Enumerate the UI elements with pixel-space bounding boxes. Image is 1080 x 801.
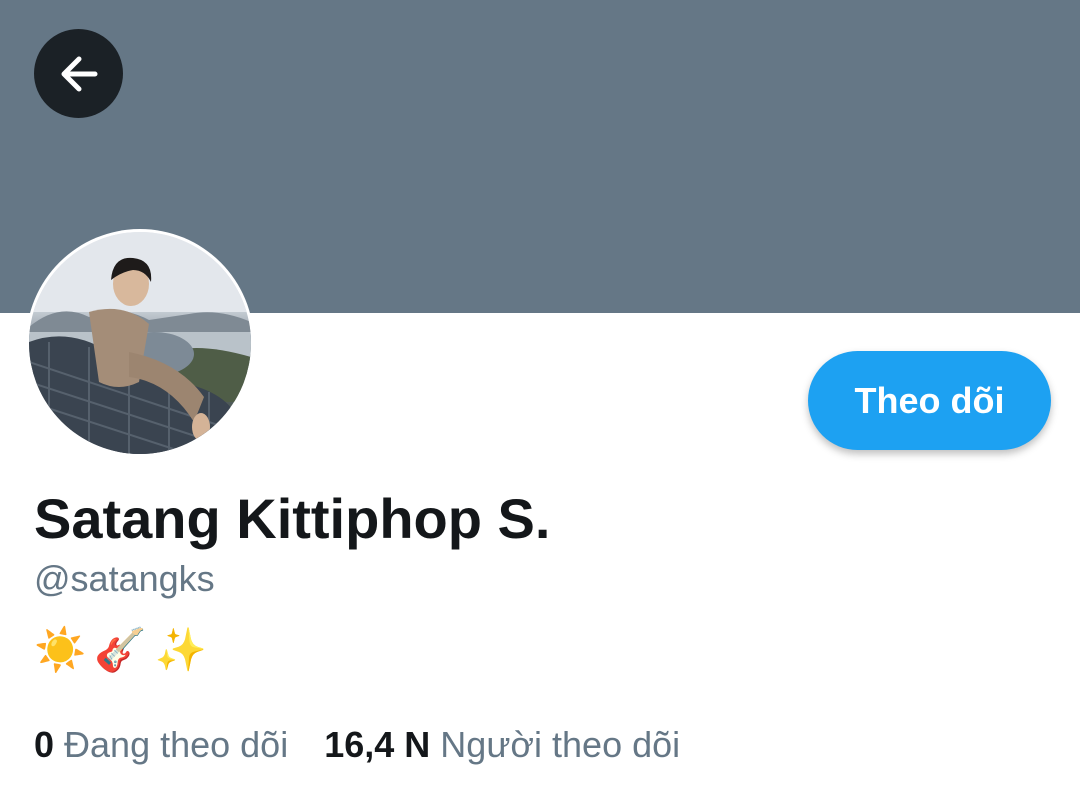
followers-label: Người theo dõi (440, 724, 681, 765)
display-name: Satang Kittiphop S. (34, 487, 551, 550)
follow-button[interactable]: Theo dõi (808, 351, 1051, 450)
guitar-icon: 🎸 (94, 626, 147, 673)
username-handle: @satangks (34, 558, 215, 599)
back-button[interactable] (34, 29, 123, 118)
following-label: Đang theo dõi (64, 724, 289, 765)
followers-count: 16,4 N (324, 724, 431, 765)
avatar[interactable] (26, 229, 254, 457)
following-stat[interactable]: 0 Đang theo dõi (34, 724, 288, 766)
sun-icon: ☀️ (34, 626, 87, 673)
avatar-photo (29, 232, 251, 454)
following-count: 0 (34, 724, 55, 765)
sparkles-icon: ✨ (154, 626, 207, 673)
profile-bio: ☀️ 🎸 ✨ (34, 622, 207, 678)
profile-stats: 0 Đang theo dõi 16,4 N Người theo dõi (34, 724, 680, 766)
followers-stat[interactable]: 16,4 N Người theo dõi (324, 724, 680, 766)
arrow-left-icon (61, 56, 97, 91)
